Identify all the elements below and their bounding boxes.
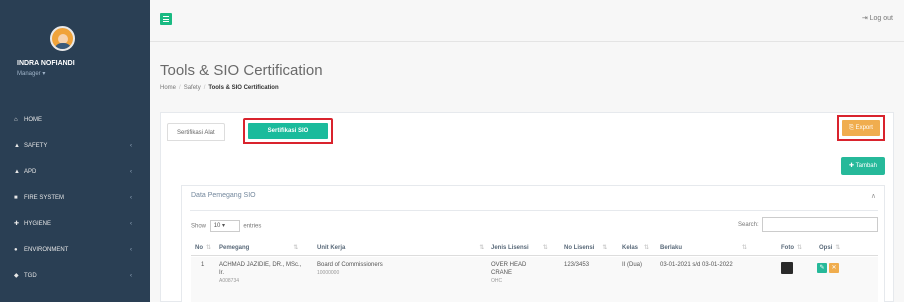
sort-icon: ⇅ [797, 245, 803, 251]
sidebar-item-fire-system[interactable]: ■ FIRE SYSTEM ‹ [0, 186, 150, 212]
tgd-icon: ◆ [14, 273, 19, 279]
cell-no-lisensi: 123/3453 [564, 262, 590, 268]
delete-button[interactable]: ✕ [829, 263, 839, 273]
sidebar-item-hygiene[interactable]: ✚ HYGIENE ‹ [0, 212, 150, 238]
tab-sertifikasi-alat[interactable]: Sertifikasi Alat [167, 123, 225, 141]
certification-panel: Sertifikasi Alat Sertifikasi SIO ⎘ Expor… [160, 112, 894, 302]
column-header-jenis-lisensi[interactable]: Jenis Lisensi ⇅ [491, 244, 548, 252]
search-label: Search: [738, 222, 759, 228]
sidebar-item-label: ENVIRONMENT [24, 247, 69, 253]
sidebar-item-home[interactable]: ⌂ Home [0, 108, 150, 134]
entries-length-control: Show 10 ▾ entries [191, 220, 261, 232]
sidebar-item-label: APD [24, 169, 37, 175]
column-header-no-lisensi[interactable]: No Lisensi ⇅ [564, 244, 607, 252]
chevron-left-icon: ‹ [130, 195, 132, 201]
logout-link[interactable]: ⇥ Log out [862, 14, 893, 22]
sort-icon: ⇅ [602, 245, 608, 251]
user-role-dropdown[interactable]: Manager ▾ [17, 70, 45, 77]
cell-unit-kerja: Board of Commissioners 10000000 [317, 262, 383, 276]
panel-title: Data Pemegang SIO [191, 192, 256, 199]
user-name: INDRA NOFIANDI [17, 60, 75, 67]
cell-pemegang: ACHMAD JAZIDIE, DR., MSc., Ir. A008734 [219, 262, 302, 284]
sidebar-item-label: SAFETY [24, 143, 48, 149]
main-content: Tools & SIO Certification Home / Safety / To… [150, 42, 904, 302]
breadcrumb: Home / Safety / Tools & SIO Certification [160, 85, 279, 91]
sidebar-item-label: HYGIENE [24, 221, 52, 227]
export-button[interactable]: ⎘ Export [842, 120, 880, 136]
column-header-berlaku[interactable]: Berlaku ⇅ [660, 244, 747, 252]
edit-button[interactable]: ✎ [817, 263, 827, 273]
chevron-left-icon: ‹ [130, 221, 132, 227]
home-icon: ⌂ [14, 117, 18, 123]
sidebar-item-label: FIRE SYSTEM [24, 195, 65, 201]
cell-jenis-lisensi: OVER HEAD CRANE OHC [491, 262, 527, 284]
tab-sertifikasi-sio-highlight[interactable]: Sertifikasi SIO [243, 118, 333, 144]
chevron-left-icon: ‹ [130, 143, 132, 149]
tab-sertifikasi-sio[interactable]: Sertifikasi SIO [248, 123, 328, 139]
chevron-left-icon: ‹ [130, 247, 132, 253]
breadcrumb-home[interactable]: Home [160, 85, 176, 91]
divider [190, 210, 878, 211]
column-header-opsi[interactable]: Opsi ⇅ [819, 244, 840, 252]
sort-icon: ⇅ [479, 245, 485, 251]
cell-no: 1 [201, 262, 205, 268]
sort-icon: ⇅ [293, 245, 299, 251]
sidebar-nav: ⌂ Home ▲ SAFETY ‹ ▲ APD ‹ ■ FIRE SYSTEM … [0, 108, 150, 290]
column-header-pemegang[interactable]: Pemegang ⇅ [219, 244, 298, 252]
sort-icon: ⇅ [206, 245, 212, 251]
page-title: Tools & SIO Certification [160, 62, 323, 79]
entries-select[interactable]: 10 ▾ [209, 220, 240, 232]
sort-icon: ⇅ [542, 245, 548, 251]
export-button-highlight[interactable]: ⎘ Export [837, 115, 885, 141]
sort-icon: ⇅ [742, 245, 748, 251]
sio-holder-panel: Data Pemegang SIO ∧ Show 10 ▾ entries Se… [181, 185, 885, 302]
chevron-down-icon: ▾ [222, 223, 226, 229]
chevron-left-icon: ‹ [130, 169, 132, 175]
avatar [50, 26, 75, 51]
column-header-kelas[interactable]: Kelas ⇅ [622, 244, 649, 252]
hygiene-icon: ✚ [14, 221, 20, 227]
sidebar-item-apd[interactable]: ▲ APD ‹ [0, 160, 150, 186]
sort-icon: ⇅ [835, 245, 841, 251]
jenis-lisensi-code: OHC [491, 278, 503, 284]
environment-icon: ● [14, 247, 18, 253]
search-input[interactable] [762, 217, 878, 232]
pemegang-id: A008734 [219, 278, 240, 284]
column-header-foto[interactable]: Foto ⇅ [781, 244, 802, 252]
sidebar-item-tgd[interactable]: ◆ TGD ‹ [0, 264, 150, 290]
sidebar-item-label: TGD [24, 273, 37, 279]
menu-toggle-button[interactable] [160, 13, 172, 25]
chevron-left-icon: ‹ [130, 273, 132, 279]
apd-icon: ▲ [14, 169, 20, 175]
unit-kerja-code: 10000000 [317, 270, 340, 276]
sort-icon: ⇅ [644, 245, 650, 251]
sidebar: INDRA NOFIANDI Manager ▾ ⌂ Home ▲ SAFETY… [0, 0, 150, 302]
table-row: 1 ACHMAD JAZIDIE, DR., MSc., Ir. A008734… [191, 257, 878, 302]
column-header-unit-kerja[interactable]: Unit Kerja ⇅ [317, 244, 484, 252]
cell-kelas: II (Dua) [622, 262, 643, 268]
breadcrumb-current: Tools & SIO Certification [208, 85, 279, 91]
sidebar-item-label: Home [24, 117, 42, 123]
breadcrumb-safety[interactable]: Safety [184, 85, 201, 91]
fire-extinguisher-icon: ■ [14, 195, 18, 201]
table-header: No ⇅ Pemegang ⇅ Unit Kerja ⇅ Jenis Lisensi ⇅… [191, 240, 878, 256]
add-button[interactable]: ✚ Tambah [841, 157, 885, 175]
safety-icon: ▲ [14, 143, 20, 149]
collapse-icon[interactable]: ∧ [871, 192, 876, 200]
user-profile: INDRA NOFIANDI Manager ▾ [0, 0, 150, 90]
sidebar-item-environment[interactable]: ● ENVIRONMENT ‹ [0, 238, 150, 264]
sidebar-item-safety[interactable]: ▲ SAFETY ‹ [0, 134, 150, 160]
photo-thumbnail[interactable] [781, 262, 793, 274]
cell-berlaku: 03-01-2021 s/d 03-01-2022 [660, 262, 733, 268]
column-header-no[interactable]: No ⇅ [195, 244, 211, 252]
top-navbar: ⇥ Log out [150, 0, 904, 42]
